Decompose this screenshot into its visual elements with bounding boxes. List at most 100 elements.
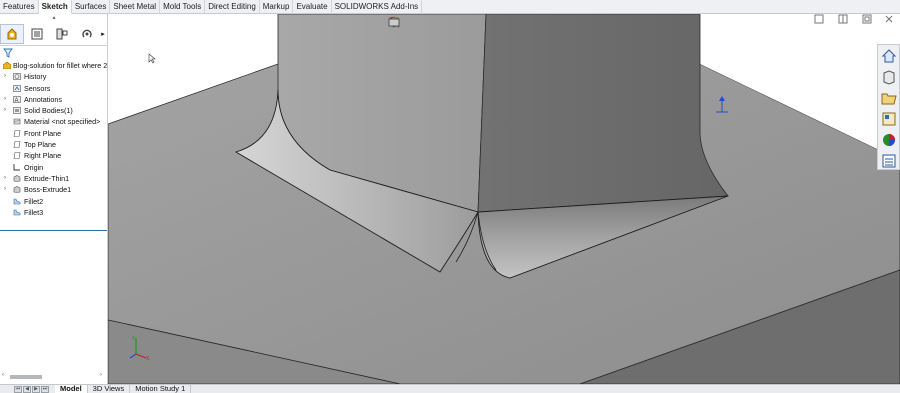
scrollbar-thumb[interactable] [10, 375, 42, 379]
panel-horizontal-scrollbar[interactable]: ‹ › [0, 372, 107, 382]
tree-item-label: Fillet2 [24, 196, 44, 206]
tree-item-label: Fillet3 [24, 207, 44, 217]
tree-item-boss-extrude1[interactable]: › Boss-Extrude1 [0, 184, 107, 195]
block-side-face[interactable] [477, 14, 729, 213]
property-manager-tab[interactable] [25, 24, 49, 44]
plane-icon [13, 129, 21, 137]
configuration-manager-tab[interactable] [50, 24, 74, 44]
feature-tree-icon [7, 28, 17, 40]
tree-item-label: Sensors [24, 83, 51, 93]
tab-motion-study-1[interactable]: Motion Study 1 [130, 384, 192, 393]
close-view-icon[interactable] [884, 14, 894, 24]
scroll-left-icon[interactable]: ‹ [2, 372, 4, 378]
plane-icon [13, 141, 21, 148]
tab-sketch[interactable]: Sketch [38, 0, 72, 14]
tree-item-label: Boss-Extrude1 [24, 185, 72, 195]
tab-direct-editing[interactable]: Direct Editing [205, 0, 260, 14]
sensors-icon [13, 84, 21, 92]
graphics-area[interactable]: Y X [108, 14, 900, 384]
mouse-cursor-icon [148, 53, 156, 64]
tab-evaluate[interactable]: Evaluate [293, 0, 332, 14]
tree-item-material[interactable]: Material <not specified> [0, 116, 107, 127]
extrude-icon [13, 175, 21, 182]
tab-solidworks-add-ins[interactable]: SOLIDWORKS Add-Ins [332, 0, 423, 14]
zoom-to-area-icon[interactable] [388, 16, 419, 30]
expand-arrow-icon[interactable]: › [4, 105, 6, 116]
tree-item-fillet2[interactable]: Fillet2 [0, 196, 107, 207]
rollback-bar[interactable] [0, 230, 107, 231]
apply-scene-icon[interactable] [389, 16, 555, 30]
part-icon [3, 62, 11, 69]
view-settings-icon[interactable] [388, 16, 572, 30]
history-icon [13, 73, 21, 81]
first-tab-icon[interactable]: ⏮ [14, 385, 22, 393]
feature-tree: Blog-solution for fillet where 2 › Histo… [0, 60, 108, 218]
tree-item-solid-bodies[interactable]: › Solid Bodies(1) [0, 105, 107, 116]
next-tab-icon[interactable]: ▶ [32, 385, 40, 393]
origin-icon [13, 163, 20, 171]
feature-manager-panel: ▴ ▸ Blog-solution for fillet where 2 › H… [0, 14, 108, 384]
custom-properties-icon[interactable] [881, 153, 897, 169]
tree-item-right-plane[interactable]: Right Plane [0, 150, 107, 161]
tab-3d-views[interactable]: 3D Views [88, 384, 131, 393]
tree-item-annotations[interactable]: › A Annotations [0, 94, 107, 105]
tree-root[interactable]: Blog-solution for fillet where 2 [0, 60, 108, 71]
previous-view-icon[interactable] [389, 16, 436, 30]
property-manager-icon [31, 28, 43, 40]
tree-item-sensors[interactable]: Sensors [0, 83, 107, 94]
configuration-icon [56, 28, 68, 40]
display-style-icon[interactable] [389, 16, 504, 30]
tree-item-front-plane[interactable]: Front Plane [0, 128, 107, 139]
tree-item-top-plane[interactable]: Top Plane [0, 139, 107, 150]
view-orientation-icon[interactable] [389, 16, 487, 30]
tab-mold-tools[interactable]: Mold Tools [160, 0, 206, 14]
tab-markup[interactable]: Markup [260, 0, 294, 14]
panel-grip-icon[interactable]: ▴ [0, 14, 107, 22]
tree-item-label: Origin [24, 162, 44, 172]
file-explorer-icon[interactable] [881, 90, 897, 106]
prev-tab-icon[interactable]: ◀ [23, 385, 31, 393]
tree-item-label: Material <not specified> [24, 117, 101, 127]
more-tabs-arrow[interactable]: ▸ [100, 24, 106, 44]
tree-root-label: Blog-solution for fillet where 2 [13, 61, 108, 70]
tab-scroll-buttons: ⏮ ◀ ▶ ⏭ [14, 385, 49, 393]
tree-item-extrude-thin1[interactable]: › Extrude-Thin1 [0, 173, 107, 184]
view-palette-icon[interactable] [881, 111, 897, 127]
restore-view-icon[interactable] [814, 14, 824, 24]
tree-item-label: Front Plane [24, 128, 62, 138]
hide-show-items-icon[interactable] [388, 16, 521, 30]
tree-item-label: Annotations [24, 94, 62, 104]
expand-arrow-icon[interactable]: › [4, 184, 6, 195]
maximize-view-icon[interactable] [862, 14, 872, 24]
dynamic-annotation-icon[interactable] [389, 16, 470, 30]
tree-item-origin[interactable]: Origin [0, 162, 107, 173]
tree-item-label: Top Plane [24, 140, 56, 150]
material-icon [13, 119, 21, 125]
tab-surfaces[interactable]: Surfaces [72, 0, 111, 14]
dimxpert-tab[interactable] [75, 24, 99, 44]
design-library-icon[interactable] [881, 69, 897, 85]
tile-view-icon[interactable] [838, 14, 848, 24]
tab-features[interactable]: Features [0, 0, 39, 14]
heads-up-toolbar [388, 16, 572, 30]
appearances-icon[interactable] [881, 132, 897, 148]
expand-arrow-icon[interactable]: › [4, 94, 6, 105]
solid-bodies-icon [13, 107, 21, 114]
section-view-icon[interactable] [389, 16, 453, 30]
edit-appearance-icon[interactable] [389, 16, 538, 30]
fillet-icon [13, 209, 21, 216]
tab-sheet-metal[interactable]: Sheet Metal [110, 0, 161, 14]
model-view[interactable]: Y X [108, 14, 900, 384]
expand-arrow-icon[interactable]: › [4, 71, 6, 82]
tree-item-label: Solid Bodies(1) [24, 106, 73, 116]
last-tab-icon[interactable]: ⏭ [41, 385, 49, 393]
bottom-tab-bar: ⏮ ◀ ▶ ⏭ Model 3D Views Motion Study 1 [0, 384, 900, 393]
expand-arrow-icon[interactable]: › [4, 173, 6, 184]
feature-manager-tab[interactable] [0, 24, 24, 44]
home-icon[interactable] [881, 48, 897, 64]
tree-item-history[interactable]: › History [0, 71, 107, 82]
filter-icon[interactable] [3, 48, 13, 58]
scroll-right-icon[interactable]: › [100, 372, 102, 378]
tree-item-fillet3[interactable]: Fillet3 [0, 207, 107, 218]
tab-model[interactable]: Model [55, 384, 88, 393]
